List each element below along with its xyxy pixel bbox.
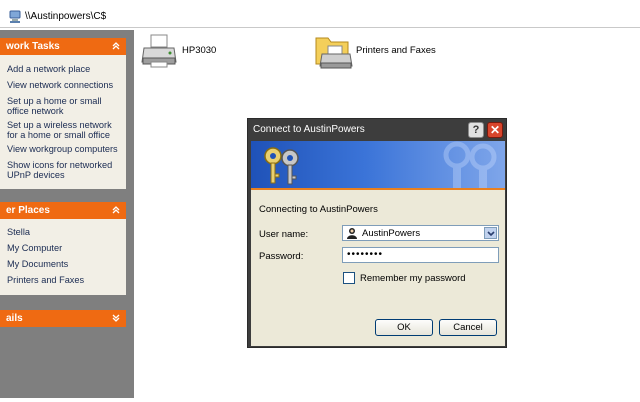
help-button[interactable]: ? [468, 122, 484, 138]
place-stella[interactable]: Stella [7, 227, 122, 237]
password-label: Password: [259, 251, 304, 262]
connect-dialog: Connect to AustinPowers ? ✕ Connecting t… [247, 118, 507, 348]
other-places-title: er Places [6, 205, 50, 216]
printers-folder-icon [315, 37, 353, 69]
task-setup-wireless-network[interactable]: Set up a wireless network for a home or … [7, 120, 122, 140]
chevron-down-icon[interactable] [110, 312, 122, 324]
keys-icon [264, 147, 299, 185]
network-tasks-header[interactable]: work Tasks [0, 38, 126, 55]
dialog-body: Connecting to AustinPowers User name: Au… [251, 190, 505, 346]
cancel-button[interactable]: Cancel [439, 319, 497, 336]
network-tasks-title: work Tasks [6, 41, 60, 52]
place-my-documents[interactable]: My Documents [7, 259, 122, 269]
remember-password-label: Remember my password [360, 273, 466, 284]
address-path: \\Austinpowers\C$ [25, 11, 107, 22]
file-item-hp3030[interactable]: HP3030 [140, 32, 250, 72]
username-value: AustinPowers [362, 228, 421, 239]
task-view-network-connections[interactable]: View network connections [7, 80, 122, 90]
other-places-panel: Stella My Computer My Documents Printers… [0, 219, 126, 295]
password-field[interactable]: •••••••• [342, 247, 499, 263]
file-name-printers-and-faxes: Printers and Faxes [356, 45, 436, 56]
details-title: ails [6, 313, 23, 324]
details-header[interactable]: ails [0, 310, 126, 327]
place-printers-and-faxes[interactable]: Printers and Faxes [7, 275, 122, 285]
user-icon [347, 228, 357, 239]
other-places-header[interactable]: er Places [0, 202, 126, 219]
task-setup-home-network[interactable]: Set up a home or small office network [7, 96, 122, 116]
remember-password-checkbox[interactable] [343, 272, 355, 284]
network-tasks-panel: Add a network place View network connect… [0, 55, 126, 189]
username-label: User name: [259, 229, 309, 240]
connecting-text: Connecting to AustinPowers [259, 204, 378, 215]
file-item-printers-and-faxes[interactable]: Printers and Faxes [314, 32, 444, 72]
task-view-workgroup-computers[interactable]: View workgroup computers [7, 144, 122, 154]
printer-icon [141, 34, 177, 68]
task-add-network-place[interactable]: Add a network place [7, 64, 122, 74]
task-pane: work Tasks Add a network place View netw… [0, 30, 134, 398]
close-button[interactable]: ✕ [487, 122, 503, 138]
dialog-title: Connect to AustinPowers [253, 124, 365, 135]
place-my-computer[interactable]: My Computer [7, 243, 122, 253]
chevron-up-icon[interactable] [110, 204, 122, 216]
ok-button[interactable]: OK [375, 319, 433, 336]
file-name-hp3030: HP3030 [182, 45, 217, 56]
username-combobox[interactable]: AustinPowers [342, 225, 499, 241]
password-value: •••••••• [347, 249, 384, 260]
dialog-banner [251, 141, 505, 188]
network-drive-icon [9, 10, 21, 23]
address-bar[interactable]: \\Austinpowers\C$ [0, 6, 640, 28]
task-show-upnp-icons[interactable]: Show icons for networked UPnP devices [7, 160, 122, 180]
keys-watermark-icon [443, 141, 497, 188]
chevron-down-icon [487, 231, 495, 237]
chevron-up-icon[interactable] [110, 40, 122, 52]
username-dropdown-button[interactable] [484, 227, 497, 239]
